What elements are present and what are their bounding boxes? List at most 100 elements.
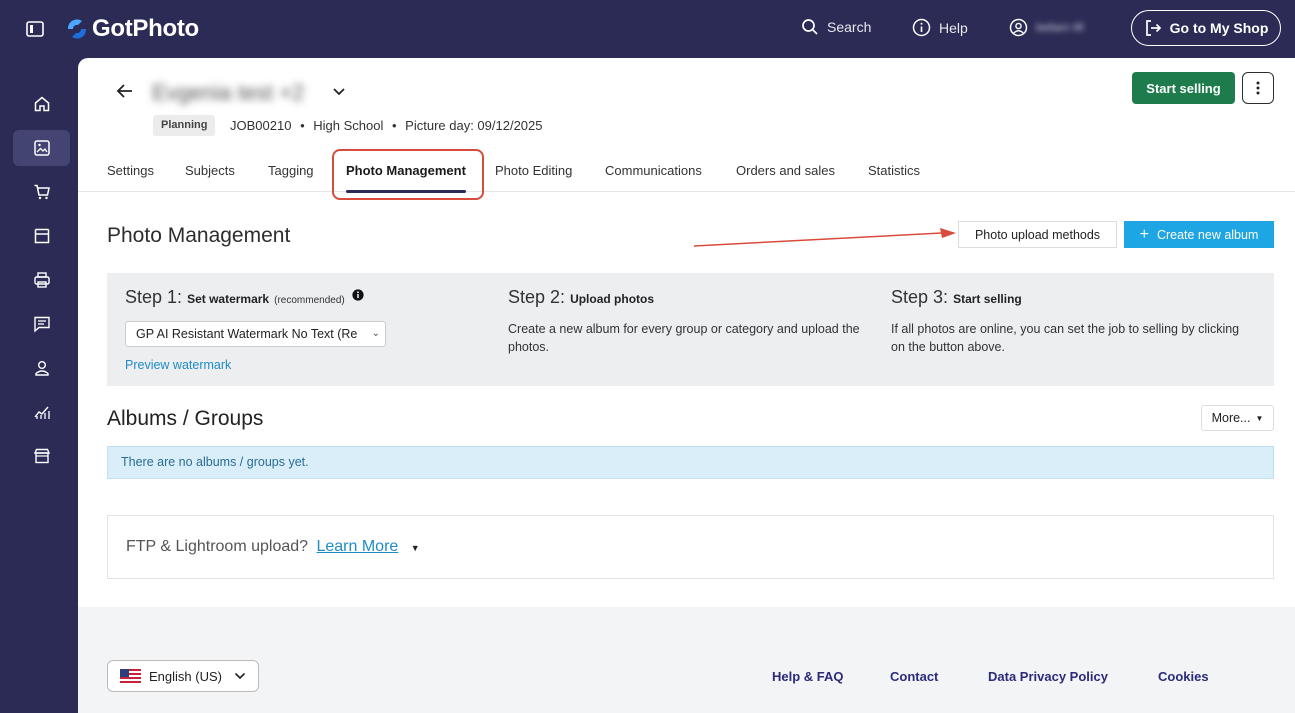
tab-settings[interactable]: Settings bbox=[107, 163, 154, 178]
albums-title: Albums / Groups bbox=[107, 407, 264, 430]
store-icon bbox=[34, 228, 49, 244]
message-icon bbox=[33, 316, 50, 333]
job-meta: JOB00210 • High School • Picture day: 09… bbox=[230, 118, 543, 133]
search-button[interactable]: Search bbox=[801, 18, 871, 36]
more-dropdown-button[interactable]: More... ▼ bbox=[1201, 405, 1274, 431]
step-3-title: Start selling bbox=[953, 292, 1022, 306]
step-3-description: If all photos are online, you can set th… bbox=[891, 322, 1240, 354]
ftp-panel: FTP & Lightroom upload? Learn More ▼ bbox=[107, 515, 1274, 579]
step-2-description: Create a new album for every group or ca… bbox=[508, 322, 860, 354]
ftp-text: FTP & Lightroom upload? bbox=[126, 538, 309, 555]
language-label: English (US) bbox=[149, 668, 222, 684]
nav-cart[interactable] bbox=[13, 174, 70, 210]
step-1-title: Set watermark bbox=[187, 292, 270, 306]
job-title: Evgenia test +2 bbox=[152, 80, 305, 105]
cookies-link[interactable]: Cookies bbox=[1158, 669, 1209, 684]
step-3: Step 3: Start selling If all photos are … bbox=[891, 287, 1256, 356]
status-badge: Planning bbox=[153, 115, 216, 136]
step-2-title: Upload photos bbox=[570, 292, 655, 306]
plus-icon: + bbox=[1139, 225, 1149, 243]
account-icon bbox=[1009, 18, 1028, 37]
job-tabs: Settings Subjects Tagging Photo Manageme… bbox=[78, 154, 1295, 192]
photo-management-title: Photo Management bbox=[107, 224, 291, 247]
annotation-arrow-icon bbox=[693, 228, 956, 247]
nav-print[interactable] bbox=[13, 262, 70, 298]
job-switcher[interactable] bbox=[332, 84, 346, 102]
tab-highlight-annotation bbox=[332, 149, 484, 200]
help-faq-link[interactable]: Help & FAQ bbox=[772, 669, 844, 684]
steps-panel: Step 1: Set watermark (recommended) GP A… bbox=[107, 273, 1274, 386]
caret-down-icon[interactable]: ▼ bbox=[411, 543, 420, 553]
create-new-album-button[interactable]: + Create new album bbox=[1124, 221, 1274, 248]
learn-more-link[interactable]: Learn More bbox=[316, 538, 398, 555]
user-icon bbox=[34, 361, 49, 376]
shop-icon bbox=[33, 448, 50, 464]
search-label: Search bbox=[827, 19, 872, 35]
language-select[interactable]: English (US) bbox=[107, 660, 259, 692]
step-2: Step 2: Upload photos Create a new album… bbox=[508, 287, 873, 356]
logo-icon bbox=[67, 19, 87, 39]
gotphoto-logo[interactable]: GotPhoto bbox=[64, 15, 199, 43]
back-button[interactable] bbox=[116, 83, 134, 104]
footer: English (US) Help & FAQ Contact Data Pri… bbox=[78, 607, 1295, 713]
start-selling-button[interactable]: Start selling bbox=[1132, 72, 1235, 104]
help-label: Help bbox=[939, 19, 968, 36]
chevron-down-icon: ⌄ bbox=[371, 328, 380, 339]
home-icon bbox=[34, 96, 49, 112]
nav-users[interactable] bbox=[13, 350, 70, 386]
contact-link[interactable]: Contact bbox=[890, 669, 938, 684]
tab-orders-and-sales[interactable]: Orders and sales bbox=[736, 163, 835, 178]
step-3-prefix: Step 3: bbox=[891, 287, 949, 307]
no-albums-message: There are no albums / groups yet. bbox=[107, 446, 1274, 479]
top-bar: GotPhoto Search Help bettarn lifi Go to … bbox=[0, 0, 1295, 58]
caret-down-icon: ▼ bbox=[1255, 413, 1264, 423]
cart-icon bbox=[34, 184, 50, 200]
info-icon[interactable] bbox=[352, 289, 364, 301]
nav-shop[interactable] bbox=[13, 438, 70, 474]
watermark-select[interactable]: GP AI Resistant Watermark No Text (Re ⌄ bbox=[125, 321, 386, 347]
watermark-value: GP AI Resistant Watermark No Text (Re bbox=[136, 327, 358, 341]
tab-photo-editing[interactable]: Photo Editing bbox=[495, 163, 572, 178]
chevron-down-icon bbox=[333, 88, 345, 96]
chart-icon bbox=[33, 406, 50, 419]
user-menu[interactable]: bettarn lifi bbox=[1009, 18, 1084, 37]
search-icon bbox=[802, 19, 818, 35]
nav-store[interactable] bbox=[13, 218, 70, 254]
left-navigation bbox=[0, 58, 78, 713]
tab-statistics[interactable]: Statistics bbox=[868, 163, 920, 178]
job-id: JOB00210 bbox=[230, 118, 292, 133]
main-content: Evgenia test +2 Planning JOB00210 • High… bbox=[78, 58, 1295, 713]
image-icon bbox=[33, 140, 50, 156]
data-privacy-policy-link[interactable]: Data Privacy Policy bbox=[988, 669, 1108, 684]
info-icon bbox=[912, 18, 931, 37]
help-button[interactable]: Help bbox=[912, 18, 968, 37]
create-album-label: Create new album bbox=[1156, 227, 1259, 242]
step-2-prefix: Step 2: bbox=[508, 287, 566, 307]
us-flag-icon bbox=[120, 669, 141, 683]
more-options-button[interactable] bbox=[1242, 72, 1274, 104]
step-1-note: (recommended) bbox=[274, 295, 345, 306]
tab-tagging[interactable]: Tagging bbox=[268, 163, 314, 178]
nav-home[interactable] bbox=[13, 86, 70, 122]
arrow-left-icon bbox=[116, 84, 132, 98]
shop-button-label: Go to My Shop bbox=[1169, 20, 1269, 36]
nav-messages[interactable] bbox=[13, 306, 70, 342]
tab-communications[interactable]: Communications bbox=[605, 163, 702, 178]
job-type: High School bbox=[313, 118, 384, 133]
more-label: More... bbox=[1211, 411, 1251, 425]
photo-upload-methods-button[interactable]: Photo upload methods bbox=[958, 221, 1117, 248]
chevron-down-icon bbox=[234, 672, 246, 680]
go-to-shop-button[interactable]: Go to My Shop bbox=[1131, 10, 1281, 46]
tab-subjects[interactable]: Subjects bbox=[185, 163, 235, 178]
nav-analytics[interactable] bbox=[13, 394, 70, 430]
step-1-prefix: Step 1: bbox=[125, 287, 183, 307]
printer-icon bbox=[33, 272, 50, 288]
sidebar-toggle-icon[interactable] bbox=[26, 21, 44, 37]
user-name: bettarn lifi bbox=[1036, 21, 1084, 34]
step-1: Step 1: Set watermark (recommended) bbox=[125, 287, 364, 308]
logo-text: GotPhoto bbox=[92, 15, 199, 42]
nav-photos[interactable] bbox=[13, 130, 70, 166]
preview-watermark-link[interactable]: Preview watermark bbox=[125, 358, 231, 372]
exit-icon bbox=[1145, 20, 1161, 36]
kebab-menu-icon bbox=[1256, 81, 1260, 95]
